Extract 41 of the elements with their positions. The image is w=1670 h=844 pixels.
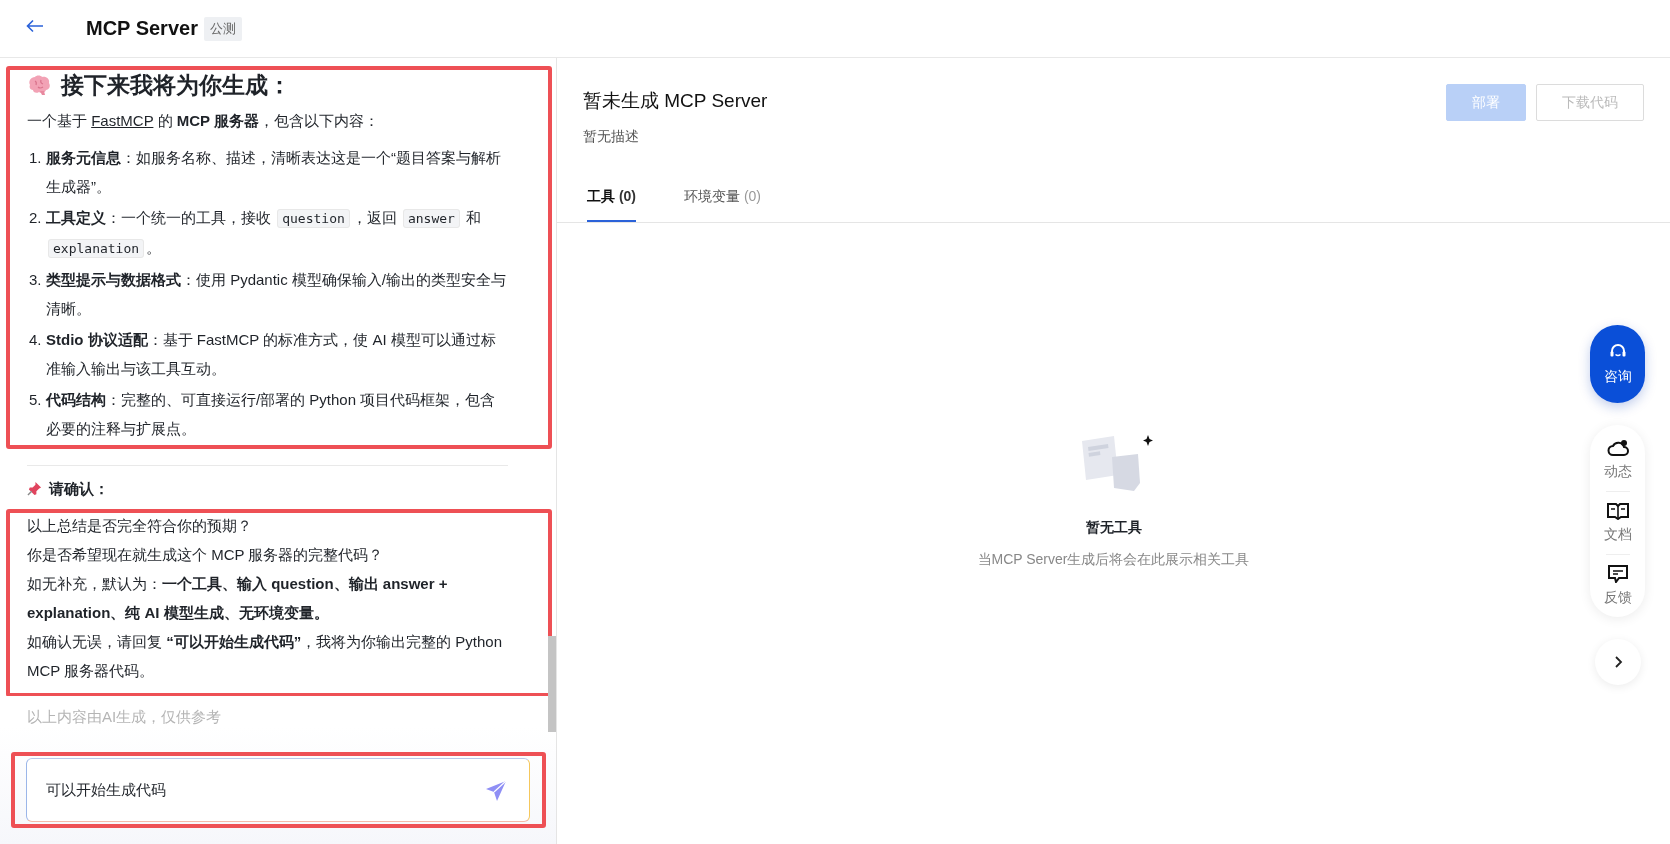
- disclaimer-text: 以上内容由AI生成，仅供参考: [26, 707, 223, 727]
- cloud-icon: [1606, 439, 1629, 457]
- tab[interactable]: 工具 (0): [587, 188, 636, 222]
- list-item-text: 代码结构：完整的、可直接运行/部署的 Python 项目代码框架，包含必要的注释与扩展点。: [46, 390, 497, 439]
- tab[interactable]: 环境变量 (0): [684, 188, 761, 222]
- server-description: 暂无描述: [583, 128, 640, 146]
- send-icon[interactable]: [484, 779, 508, 803]
- response-heading: 接下来我将为你生成：: [61, 71, 291, 100]
- list-item-text: 工具定义：一个统一的工具，接收 question ，返回 answer 和 explanation 。: [46, 208, 483, 260]
- beta-badge: 公测: [203, 16, 242, 41]
- list-item-text: 类型提示与数据格式：使用 Pydantic 模型确保输入/输出的类型安全与清晰。: [46, 270, 508, 319]
- list-number: 3.: [29, 270, 43, 290]
- feedback-icon: [1606, 565, 1629, 583]
- scrollbar-thumb[interactable]: [548, 636, 556, 732]
- message-input[interactable]: 可以开始生成代码: [26, 758, 530, 822]
- list-number: 2.: [29, 208, 43, 228]
- empty-state-description: 当MCP Server生成后将会在此展示相关工具: [977, 551, 1250, 569]
- paragraph: 如确认无误，请回复 “可以开始生成代码”，我将为你输出完整的 Python MCP 服务器代码。: [27, 632, 504, 681]
- brain-icon: [27, 74, 51, 96]
- text-line: 以上总结是否完全符合你的预期？: [27, 516, 253, 536]
- list-number: 5.: [29, 390, 43, 410]
- list-number: 4.: [29, 330, 43, 350]
- consult-button[interactable]: 咨询: [1590, 325, 1645, 403]
- side-tool-button[interactable]: 反馈: [1603, 565, 1632, 607]
- list-item-text: Stdio 协议适配：基于 FastMCP 的标准方式，使 AI 模型可以通过标准输入输出与该工具互动。: [46, 330, 497, 379]
- paragraph: 一个基于 FastMCP 的 MCP 服务器，包含以下内容：: [27, 111, 380, 131]
- list-item-text: 服务元信息：如服务名称、描述，清晰表达这是一个“题目答案与解析生成器”。: [46, 148, 502, 197]
- page-title: MCP Server: [86, 17, 198, 40]
- book-icon: [1606, 502, 1629, 520]
- back-icon[interactable]: [26, 18, 44, 33]
- side-tool-button[interactable]: 动态: [1603, 439, 1632, 481]
- list-number: 1.: [29, 148, 43, 168]
- server-title: 暂未生成 MCP Server: [583, 89, 768, 113]
- text-line: 如无补充，默认为：一个工具、输入 question、输出 answer + explanation、纯 AI 模型生成、无环境变量。: [27, 574, 449, 623]
- empty-state-title: 暂无工具: [1085, 519, 1142, 537]
- confirm-heading: 请确认：: [49, 479, 109, 499]
- pushpin-icon: [27, 481, 42, 496]
- link[interactable]: FastMCP: [91, 112, 154, 129]
- chevron-right-icon: [1612, 655, 1623, 669]
- text-line: 你是否希望现在就生成这个 MCP 服务器的完整代码？: [27, 545, 385, 565]
- side-tool-button[interactable]: 文档: [1603, 502, 1632, 544]
